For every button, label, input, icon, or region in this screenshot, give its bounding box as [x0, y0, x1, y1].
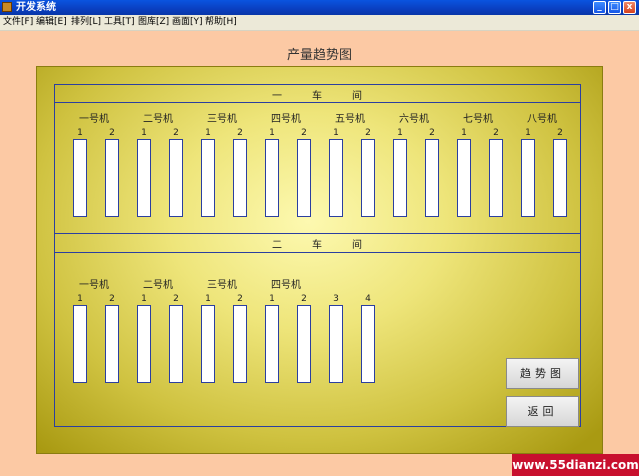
production-slot[interactable]: [233, 305, 247, 383]
back-button[interactable]: 返回: [506, 396, 579, 427]
slot-number: 3: [333, 294, 339, 304]
production-slot[interactable]: [521, 139, 535, 217]
slot-number: 2: [109, 294, 115, 304]
title-bar: 开发系统 _ □ x: [0, 0, 639, 15]
production-slot[interactable]: [137, 139, 151, 217]
machine-name: 三号机: [207, 114, 237, 125]
production-slot[interactable]: [297, 305, 311, 383]
machine-name: 三号机: [207, 280, 237, 291]
production-slot[interactable]: [105, 305, 119, 383]
machine-name: 六号机: [399, 114, 429, 125]
menu-screen[interactable]: 画面[Y]: [172, 15, 203, 30]
machine-name: 二号机: [143, 114, 173, 125]
production-slot[interactable]: [137, 305, 151, 383]
menu-tools[interactable]: 工具[T]: [104, 15, 135, 30]
slot-number: 1: [205, 128, 211, 138]
slot-number: 2: [557, 128, 563, 138]
workshop-2-title: 二车间: [272, 240, 363, 251]
slot-number: 1: [141, 294, 147, 304]
production-slot[interactable]: [233, 139, 247, 217]
slot-number: 2: [173, 294, 179, 304]
slot-number: 2: [493, 128, 499, 138]
production-slot[interactable]: [361, 305, 375, 383]
production-slot[interactable]: [329, 305, 343, 383]
minimize-button[interactable]: _: [593, 1, 606, 14]
machine-name: 四号机: [271, 114, 301, 125]
slot-number: 1: [461, 128, 467, 138]
menu-arrange[interactable]: 排列[L]: [71, 15, 101, 30]
menu-bar: 文件[F] 编辑[E] 排列[L] 工具[T] 图库[Z] 画面[Y] 帮助[H…: [0, 15, 639, 31]
machine-name: 一号机: [79, 114, 109, 125]
slot-number: 2: [301, 128, 307, 138]
window-title: 开发系统: [16, 2, 56, 13]
divider: [54, 233, 581, 234]
slot-number: 2: [429, 128, 435, 138]
slot-number: 1: [269, 128, 275, 138]
menu-file[interactable]: 文件[F]: [3, 15, 33, 30]
divider: [54, 252, 581, 253]
slot-number: 1: [269, 294, 275, 304]
production-slot[interactable]: [425, 139, 439, 217]
slot-number: 1: [141, 128, 147, 138]
menu-gallery[interactable]: 图库[Z]: [138, 15, 169, 30]
production-slot[interactable]: [553, 139, 567, 217]
slot-number: 2: [365, 128, 371, 138]
machine-name: 八号机: [527, 114, 557, 125]
production-slot[interactable]: [361, 139, 375, 217]
divider: [54, 102, 581, 103]
slot-number: 2: [173, 128, 179, 138]
workshop-1-title: 一车间: [272, 91, 363, 102]
production-slot[interactable]: [489, 139, 503, 217]
production-slot[interactable]: [457, 139, 471, 217]
production-slot[interactable]: [201, 305, 215, 383]
menu-help[interactable]: 帮助[H]: [205, 15, 237, 30]
slot-number: 1: [333, 128, 339, 138]
slot-number: 2: [237, 128, 243, 138]
slot-number: 2: [237, 294, 243, 304]
production-slot[interactable]: [169, 139, 183, 217]
production-slot[interactable]: [265, 139, 279, 217]
production-slot[interactable]: [329, 139, 343, 217]
production-slot[interactable]: [393, 139, 407, 217]
slot-number: 1: [77, 294, 83, 304]
machine-name: 七号机: [463, 114, 493, 125]
slot-number: 4: [365, 294, 371, 304]
slot-number: 1: [205, 294, 211, 304]
maximize-button[interactable]: □: [608, 1, 621, 14]
slot-number: 1: [77, 128, 83, 138]
machine-name: 五号机: [335, 114, 365, 125]
slot-number: 1: [525, 128, 531, 138]
trend-chart-button[interactable]: 趋势图: [506, 358, 579, 389]
app-icon: [2, 2, 12, 12]
production-slot[interactable]: [265, 305, 279, 383]
production-slot[interactable]: [169, 305, 183, 383]
machine-name: 四号机: [271, 280, 301, 291]
production-slot[interactable]: [297, 139, 311, 217]
page-title: 产量趋势图: [286, 48, 352, 63]
machine-name: 二号机: [143, 280, 173, 291]
menu-edit[interactable]: 编辑[E]: [36, 15, 67, 30]
slot-number: 2: [109, 128, 115, 138]
production-slot[interactable]: [201, 139, 215, 217]
production-slot[interactable]: [105, 139, 119, 217]
slot-number: 2: [301, 294, 307, 304]
watermark: www.55dianzi.com: [512, 454, 639, 476]
production-slot[interactable]: [73, 139, 87, 217]
machine-name: 一号机: [79, 280, 109, 291]
close-button[interactable]: x: [623, 1, 636, 14]
production-slot[interactable]: [73, 305, 87, 383]
slot-number: 1: [397, 128, 403, 138]
